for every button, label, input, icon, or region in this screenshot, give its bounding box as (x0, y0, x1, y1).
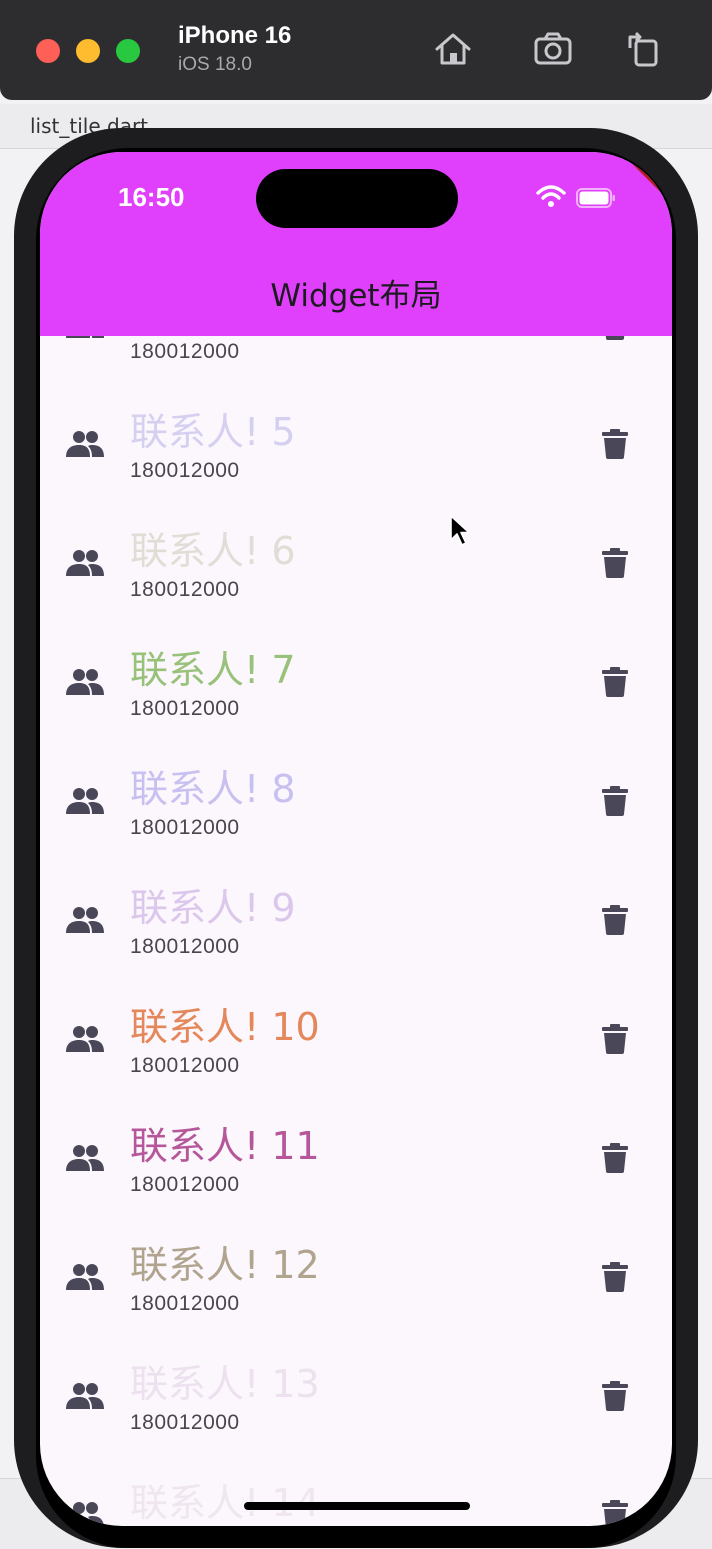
people-icon (66, 1264, 104, 1290)
camera-icon (534, 32, 572, 65)
people-icon (66, 907, 104, 933)
contact-name: 联系人! 9 (130, 886, 296, 930)
contact-phone: 180012000 (130, 1054, 240, 1077)
people-icon (66, 431, 104, 457)
list-item[interactable]: 联系人! 8 180012000 (40, 734, 672, 853)
screenshot-button[interactable] (530, 26, 576, 72)
people-icon (66, 1502, 104, 1526)
contact-phone: 180012000 (130, 816, 240, 839)
list-item[interactable]: 联系人! 5 180012000 (40, 377, 672, 496)
contact-name: 联系人! 11 (130, 1124, 320, 1168)
delete-icon[interactable] (602, 667, 628, 697)
people-icon (66, 1026, 104, 1052)
people-icon (66, 550, 104, 576)
dynamic-island (256, 169, 458, 228)
list-item[interactable]: 联系人! 9 180012000 (40, 853, 672, 972)
simulator-title-bar: iPhone 16 iOS 18.0 (0, 0, 712, 100)
delete-icon[interactable] (602, 1262, 628, 1292)
delete-icon[interactable] (602, 548, 628, 578)
home-button[interactable] (430, 26, 476, 72)
app-bar: 16:50 Widget布局 DEBUG (40, 152, 672, 336)
home-indicator[interactable] (244, 1502, 470, 1510)
wifi-icon (536, 185, 566, 207)
contact-name: 联系人! 5 (130, 410, 296, 454)
people-icon (66, 336, 104, 338)
contact-name: 联系人! 8 (130, 767, 296, 811)
delete-icon[interactable] (602, 1381, 628, 1411)
zoom-window-button[interactable] (116, 39, 140, 63)
contact-name: 联系人! 13 (130, 1362, 320, 1406)
contact-name: 联系人! 12 (130, 1243, 320, 1287)
list-item[interactable]: 联系人! 14 180012000 (40, 1448, 672, 1526)
contact-name: 联系人! 4 (130, 336, 296, 337)
close-window-button[interactable] (36, 39, 60, 63)
delete-icon[interactable] (602, 786, 628, 816)
os-version: iOS 18.0 (178, 54, 252, 75)
list-item[interactable]: 联系人! 13 180012000 (40, 1329, 672, 1448)
contact-list-content: 联系人! 4 180012000 联系人! 5 180012000 联系人! 6… (40, 336, 672, 1526)
minimize-window-button[interactable] (76, 39, 100, 63)
list-item[interactable]: 联系人! 12 180012000 (40, 1210, 672, 1329)
people-icon (66, 788, 104, 814)
contact-phone: 180012000 (130, 697, 240, 720)
contact-phone: 180012000 (130, 1292, 240, 1315)
contact-name: 联系人! 10 (130, 1005, 320, 1049)
mouse-pointer-icon (450, 515, 470, 546)
contact-phone: 180012000 (130, 935, 240, 958)
contact-phone: 180012000 (130, 459, 240, 482)
device-name: iPhone 16 (178, 22, 292, 49)
delete-icon[interactable] (602, 1500, 628, 1526)
delete-icon[interactable] (602, 905, 628, 935)
rotate-icon (628, 31, 658, 67)
delete-icon[interactable] (602, 1024, 628, 1054)
contact-phone: 180012000 (130, 340, 240, 363)
contact-name: 联系人! 14 (130, 1481, 320, 1525)
phone-screen: 16:50 Widget布局 DEBUG 联系人! 4 18 (40, 152, 672, 1526)
delete-icon[interactable] (602, 1143, 628, 1173)
people-icon (66, 669, 104, 695)
debug-banner: DEBUG (607, 152, 672, 210)
list-item[interactable]: 联系人! 6 180012000 (40, 496, 672, 615)
contact-list[interactable]: 联系人! 4 180012000 联系人! 5 180012000 联系人! 6… (40, 336, 672, 1526)
status-time: 16:50 (118, 182, 185, 212)
delete-icon[interactable] (602, 429, 628, 459)
people-icon (66, 1145, 104, 1171)
contact-name: 联系人! 6 (130, 529, 296, 573)
rotate-button[interactable] (620, 26, 666, 72)
list-item[interactable]: 联系人! 11 180012000 (40, 1091, 672, 1210)
home-icon (435, 33, 471, 65)
list-item[interactable]: 联系人! 7 180012000 (40, 615, 672, 734)
contact-name: 联系人! 7 (130, 648, 296, 692)
contact-phone: 180012000 (130, 1411, 240, 1434)
delete-icon[interactable] (602, 336, 628, 340)
contact-phone: 180012000 (130, 1173, 240, 1196)
list-item[interactable]: 联系人! 4 180012000 (40, 336, 672, 377)
app-bar-title: Widget布局 (270, 278, 442, 314)
contact-phone: 180012000 (130, 578, 240, 601)
list-item[interactable]: 联系人! 10 180012000 (40, 972, 672, 1091)
people-icon (66, 1383, 104, 1409)
